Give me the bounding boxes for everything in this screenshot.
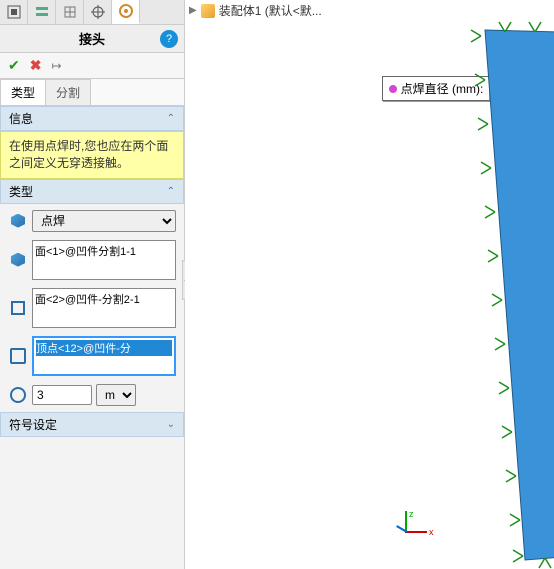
diameter-input[interactable] <box>32 385 92 405</box>
property-panel: 接头 ? ✔ ✖ ↦ 类型 分割 信息 ⌃ 在使用点焊时,您也应在两个面之间定义… <box>0 0 185 569</box>
type-section-body: 点焊 面<1>@凹件分割1-1 面<2>@凹件-分割2-1 顶点<12>@凹件-… <box>0 204 184 412</box>
tab-feature-tree[interactable] <box>0 0 28 24</box>
cancel-button[interactable]: ✖ <box>30 57 42 74</box>
spotweld-dot-icon <box>389 85 397 93</box>
info-body: 在使用点焊时,您也应在两个面之间定义无穿透接触。 <box>0 131 184 179</box>
vertex-icon <box>8 346 28 366</box>
face2-listbox[interactable]: 面<2>@凹件-分割2-1 <box>32 288 176 328</box>
face2-item[interactable]: 面<2>@凹件-分割2-1 <box>35 291 173 307</box>
panel-title: 接头 <box>79 29 105 48</box>
info-head-label: 信息 <box>9 110 33 127</box>
diameter-icon <box>8 385 28 405</box>
vertex-listbox[interactable]: 顶点<12>@凹件-分 <box>32 336 176 376</box>
panel-title-row: 接头 ? <box>0 25 184 53</box>
vertex-item[interactable]: 顶点<12>@凹件-分 <box>36 340 172 356</box>
tab-simulation[interactable] <box>112 0 140 24</box>
type-icon <box>8 211 28 231</box>
graphics-viewport[interactable]: ▶ 装配体1 (默认<默... 点焊直径 (mm): 3 <box>185 0 554 569</box>
panel-subtabs: 类型 分割 <box>0 79 184 106</box>
tab-config[interactable] <box>56 0 84 24</box>
chevron-down-icon: ⌄ <box>167 419 175 430</box>
model-view[interactable] <box>425 30 554 560</box>
axis-x <box>405 531 427 533</box>
chevron-up-icon: ⌃ <box>167 113 175 124</box>
face1-icon <box>8 250 28 270</box>
subtab-type[interactable]: 类型 <box>0 79 46 105</box>
connector-type-select[interactable]: 点焊 <box>32 210 176 232</box>
symbol-section-head[interactable]: 符号设定 ⌄ <box>0 412 184 437</box>
panel-tabstrip <box>0 0 184 25</box>
help-icon[interactable]: ? <box>160 30 178 48</box>
pin-button[interactable]: ↦ <box>51 59 61 73</box>
assembly-icon <box>201 4 215 18</box>
subtab-split[interactable]: 分割 <box>45 79 91 105</box>
info-section-head[interactable]: 信息 ⌃ <box>0 106 184 131</box>
crumb-arrow-icon: ▶ <box>189 5 197 16</box>
face1-listbox[interactable]: 面<1>@凹件分割1-1 <box>32 240 176 280</box>
crumb-label: 装配体1 (默认<默... <box>219 2 322 19</box>
face1-item[interactable]: 面<1>@凹件分割1-1 <box>35 243 173 259</box>
panel-action-row: ✔ ✖ ↦ <box>0 53 184 79</box>
tab-props[interactable] <box>28 0 56 24</box>
tab-target[interactable] <box>84 0 112 24</box>
type-section-head[interactable]: 类型 ⌃ <box>0 179 184 204</box>
unit-select[interactable]: mm <box>96 384 136 406</box>
breadcrumb[interactable]: ▶ 装配体1 (默认<默... <box>189 2 322 19</box>
symbol-head-label: 符号设定 <box>9 416 57 433</box>
face2-icon <box>8 298 28 318</box>
view-triad[interactable] <box>385 511 429 555</box>
chevron-up-icon: ⌃ <box>167 186 175 197</box>
ok-button[interactable]: ✔ <box>8 57 20 74</box>
type-head-label: 类型 <box>9 183 33 200</box>
